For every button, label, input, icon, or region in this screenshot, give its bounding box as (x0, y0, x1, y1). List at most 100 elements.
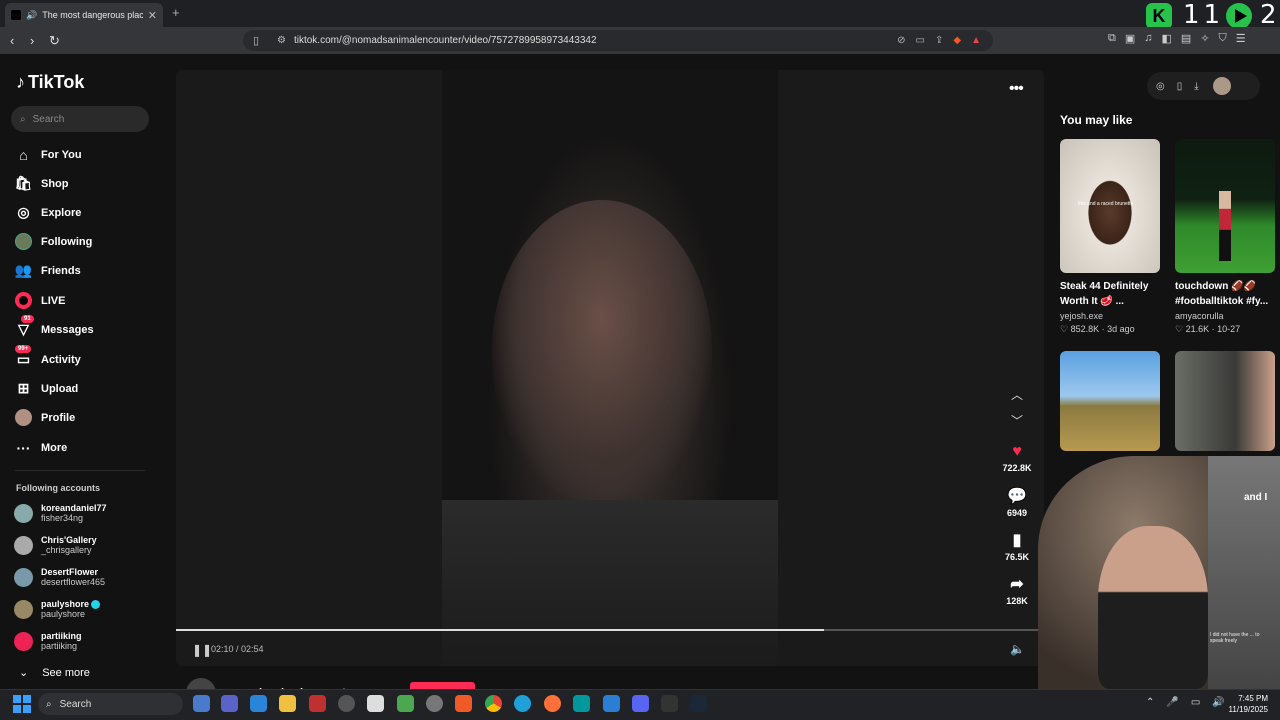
new-tab-button[interactable]: + (172, 5, 180, 20)
following-account[interactable]: koreandaniel77 fisher34ng (14, 503, 107, 523)
following-account[interactable]: DesertFlower desertflower465 (14, 567, 105, 587)
wallet2-icon[interactable]: ▤ (1181, 32, 1191, 45)
share-button[interactable]: ➦ 128K (997, 574, 1037, 606)
more-options-icon[interactable]: ••• (1009, 80, 1024, 98)
search-input[interactable]: ⌕ Search (11, 106, 149, 132)
nav-friends[interactable]: 👥 Friends (15, 262, 81, 279)
windows-start-icon[interactable] (13, 695, 31, 713)
url-text[interactable]: tiktok.com/@nomadsanimalencounter/video/… (294, 35, 597, 46)
steam-icon[interactable] (690, 695, 707, 712)
forward-icon[interactable]: › (30, 33, 34, 48)
app-icon[interactable] (661, 695, 678, 712)
like-count: 722.8K (1002, 463, 1032, 473)
discord-icon[interactable] (632, 695, 649, 712)
site-info-icon[interactable]: ⚙ (277, 35, 286, 46)
nav-live[interactable]: LIVE (15, 292, 65, 309)
next-video-icon[interactable]: ﹀ (1011, 412, 1023, 429)
nav-activity[interactable]: ▭ 99+ Activity (15, 345, 81, 368)
cast-icon[interactable]: ▭ (916, 35, 925, 46)
recommended-video-card[interactable] (1175, 351, 1275, 451)
address-bar[interactable]: ▯ ⚙ tiktok.com/@nomadsanimalencounter/vi… (243, 30, 993, 51)
browser-tab[interactable]: 🔊 The most dangerous place in ✕ (5, 3, 163, 27)
video-thumbnail[interactable] (1060, 351, 1160, 451)
video-thumbnail[interactable] (1175, 139, 1275, 273)
video-frame[interactable] (442, 70, 778, 666)
taskbar-search[interactable]: ⌕ Search (38, 693, 183, 715)
nav-label: Activity (41, 353, 81, 366)
close-tab-icon[interactable]: ✕ (148, 9, 157, 22)
app-icon[interactable] (338, 695, 355, 712)
back-icon[interactable]: ‹ (10, 33, 14, 48)
app-icon[interactable] (397, 695, 414, 712)
firefox-icon[interactable] (544, 695, 561, 712)
music-icon[interactable]: ♫ (1144, 32, 1152, 45)
nav-profile[interactable]: Profile (15, 409, 75, 426)
recommended-video-card[interactable]: touchdown 🏈🏈 #footballtiktok #fy... amya… (1175, 139, 1275, 335)
share-icon[interactable]: ⇪ (935, 35, 943, 46)
taskbar-clock[interactable]: 7:45 PM 11/19/2025 (1222, 693, 1268, 715)
extensions-icon[interactable]: ⧉ (1108, 32, 1116, 45)
vpn-icon[interactable]: ⛉ (1219, 32, 1227, 45)
reload-icon[interactable]: ↻ (49, 33, 60, 49)
nav-following[interactable]: Following (15, 233, 92, 250)
progress-bar[interactable] (176, 629, 1044, 631)
tiktok-logo[interactable]: ♪ TikTok (16, 72, 84, 93)
recommended-video-card[interactable] (1060, 351, 1160, 451)
following-account[interactable]: paulyshore paulyshore (14, 599, 101, 619)
edge-icon[interactable] (514, 695, 531, 712)
leo-icon[interactable]: ✧ (1200, 32, 1209, 45)
brave-rewards-icon[interactable]: ▲ (971, 35, 981, 46)
nav-messages[interactable]: ▽ 91 Messages (15, 315, 94, 338)
app-icon[interactable] (221, 695, 238, 712)
app-icon[interactable] (309, 695, 326, 712)
chevron-up-icon[interactable]: ⌃ (1146, 697, 1154, 708)
wallet-icon[interactable]: ▣ (1125, 32, 1135, 45)
download-icon[interactable]: ⤓ (1194, 81, 1198, 92)
app-icon[interactable] (250, 695, 267, 712)
menu-icon[interactable]: ☰ (1236, 32, 1246, 45)
streamer-figure (1098, 526, 1208, 689)
no-tracking-icon[interactable]: ⊘ (897, 35, 905, 46)
app-icon[interactable] (367, 695, 384, 712)
microphone-icon[interactable]: 🎤 (1166, 697, 1178, 708)
speaker-icon[interactable]: 🔊 (26, 10, 37, 21)
like-button[interactable]: ♥ 722.8K (997, 443, 1037, 473)
app-icon[interactable] (193, 695, 210, 712)
share-arrow-icon: ➦ (1010, 576, 1024, 593)
nav-more[interactable]: ··· More (15, 439, 68, 456)
following-account[interactable]: partiiking partiiking (14, 631, 82, 651)
nav-explore[interactable]: ◎ Explore (15, 204, 81, 221)
comment-button[interactable]: 💬 6949 (997, 486, 1037, 518)
pause-icon[interactable]: ❚❚ (192, 643, 212, 657)
user-avatar[interactable] (1212, 77, 1231, 95)
video-player[interactable] (176, 70, 1044, 666)
app-icon[interactable] (426, 695, 443, 712)
recommended-video-card[interactable]: this and a raced brunette Steak 44 Defin… (1060, 139, 1160, 335)
nav-for-you[interactable]: ⌂ For You (15, 146, 81, 163)
vscode-icon[interactable] (603, 695, 620, 712)
previous-video-icon[interactable]: ︿ (1011, 386, 1023, 403)
save-button[interactable]: ▮ 76.5K (997, 530, 1037, 562)
chrome-icon[interactable] (485, 695, 502, 712)
brave-icon[interactable] (455, 695, 472, 712)
sidebar-icon[interactable]: ◧ (1162, 32, 1172, 45)
file-explorer-icon[interactable] (279, 695, 296, 712)
see-more-button[interactable]: ⌄ See more (19, 666, 90, 680)
brave-shield-icon[interactable]: ◆ (953, 35, 961, 46)
nav-shop[interactable]: 🛍 Shop (15, 175, 69, 192)
coins-icon[interactable]: ◎ (1156, 81, 1165, 92)
video-thumbnail[interactable] (1175, 351, 1275, 451)
card-author[interactable]: yejosh.exe (1060, 311, 1160, 321)
volume-icon[interactable]: 🔈 (1010, 642, 1025, 656)
nav-upload[interactable]: ⊞ Upload (15, 380, 79, 397)
friends-icon: 👥 (14, 262, 33, 278)
video-thumbnail[interactable]: this and a raced brunette (1060, 139, 1160, 273)
bookmark-icon[interactable]: ▯ (253, 34, 263, 47)
activity-icon: ▭ 99+ (15, 345, 32, 367)
following-account[interactable]: Chris'Gallery _chrisgallery (14, 535, 97, 555)
card-author[interactable]: amyacorulla (1175, 311, 1275, 321)
tiktok-note-icon: ♪ (16, 72, 25, 92)
device-icon[interactable]: ▯ (1177, 81, 1183, 92)
network-icon[interactable]: ▭ (1191, 697, 1200, 708)
app-icon[interactable] (573, 695, 590, 712)
